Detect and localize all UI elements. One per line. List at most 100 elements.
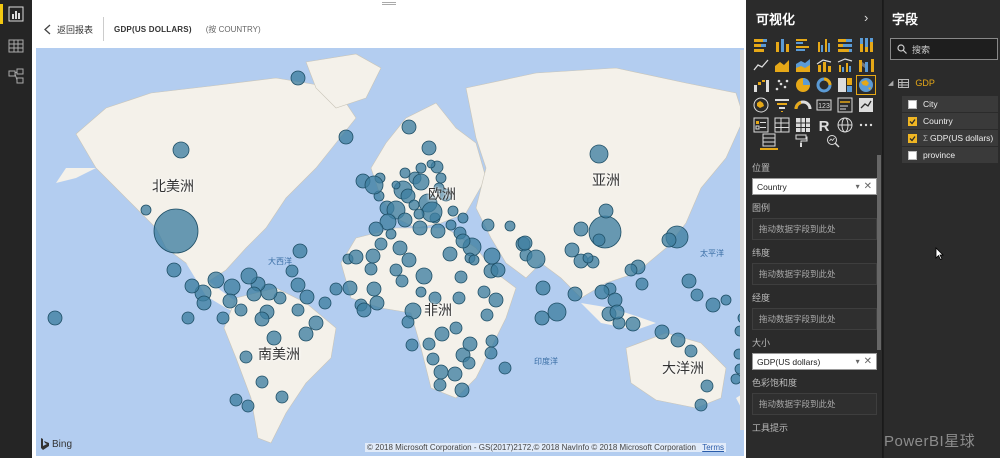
- country-bubble[interactable]: [356, 302, 372, 318]
- country-bubble[interactable]: [223, 278, 241, 296]
- chevron-down-icon[interactable]: ▾: [856, 357, 860, 366]
- country-bubble[interactable]: [468, 254, 480, 266]
- scatter-icon[interactable]: [773, 76, 791, 94]
- clustered-bar-icon[interactable]: [794, 36, 812, 54]
- country-bubble[interactable]: [234, 303, 248, 317]
- format-tab[interactable]: [792, 132, 810, 150]
- more-icon[interactable]: [857, 116, 875, 134]
- country-bubble[interactable]: [290, 70, 306, 86]
- country-bubble[interactable]: [490, 262, 506, 278]
- terms-link[interactable]: Terms: [702, 443, 724, 452]
- field-item[interactable]: province: [902, 147, 998, 163]
- funnel-icon[interactable]: [773, 96, 791, 114]
- ribbon-chart-icon[interactable]: [857, 56, 875, 74]
- country-bubble[interactable]: [291, 303, 305, 317]
- back-to-report-button[interactable]: 返回报表: [32, 17, 105, 41]
- country-bubble[interactable]: [342, 280, 358, 296]
- country-bubble[interactable]: [266, 330, 282, 346]
- map-icon[interactable]: [856, 75, 876, 95]
- country-bubble[interactable]: [329, 282, 343, 296]
- country-bubble[interactable]: [462, 356, 476, 370]
- donut-chart-icon[interactable]: [815, 76, 833, 94]
- country-bubble[interactable]: [298, 326, 314, 342]
- country-bubble[interactable]: [308, 315, 324, 331]
- country-bubble[interactable]: [401, 252, 417, 268]
- country-bubble[interactable]: [681, 273, 697, 289]
- stacked-bar-icon[interactable]: [752, 36, 770, 54]
- country-bubble[interactable]: [452, 291, 466, 305]
- country-bubble[interactable]: [694, 398, 708, 412]
- stacked-area-icon[interactable]: [794, 56, 812, 74]
- chevron-down-icon[interactable]: ▾: [856, 182, 860, 191]
- remove-field-icon[interactable]: ✕: [864, 356, 872, 367]
- country-bubble[interactable]: [526, 249, 546, 269]
- country-bubble[interactable]: [547, 302, 567, 322]
- country-bubble[interactable]: [239, 350, 253, 364]
- country-bubble[interactable]: [504, 220, 516, 232]
- country-bubble[interactable]: [222, 293, 238, 309]
- country-bubble[interactable]: [462, 336, 478, 352]
- country-bubble[interactable]: [415, 286, 427, 298]
- country-bubble[interactable]: [397, 212, 413, 228]
- country-bubble[interactable]: [415, 162, 427, 174]
- country-bubble[interactable]: [338, 129, 354, 145]
- country-bubble[interactable]: [534, 310, 550, 326]
- report-view-icon[interactable]: [6, 4, 26, 24]
- resize-grip[interactable]: [382, 2, 396, 5]
- country-bubble[interactable]: [391, 180, 401, 190]
- country-bubble[interactable]: [498, 361, 512, 375]
- country-bubble[interactable]: [684, 344, 698, 358]
- country-bubble[interactable]: [140, 204, 152, 216]
- country-bubble[interactable]: [184, 278, 200, 294]
- country-bubble[interactable]: [435, 172, 447, 184]
- country-bubble[interactable]: [405, 338, 419, 352]
- country-bubble[interactable]: [364, 175, 384, 195]
- well-field-pill[interactable]: GDP(US dollars) ▾ ✕: [752, 353, 877, 370]
- country-bubble[interactable]: [426, 352, 440, 366]
- country-bubble[interactable]: [47, 310, 63, 326]
- line-column-icon[interactable]: [815, 56, 833, 74]
- country-bubble[interactable]: [385, 228, 397, 240]
- country-bubble[interactable]: [592, 233, 606, 247]
- country-bubble[interactable]: [364, 262, 378, 276]
- field-search-box[interactable]: 搜索: [890, 38, 998, 60]
- country-bubble[interactable]: [422, 337, 436, 351]
- country-bubble[interactable]: [408, 199, 420, 211]
- country-bubble[interactable]: [172, 141, 190, 159]
- country-bubble[interactable]: [365, 248, 381, 264]
- country-bubble[interactable]: [455, 233, 471, 249]
- country-bubble[interactable]: [254, 311, 270, 327]
- country-bubble[interactable]: [477, 285, 491, 299]
- country-bubble[interactable]: [299, 289, 315, 305]
- country-bubble[interactable]: [434, 326, 450, 342]
- country-bubble[interactable]: [374, 237, 388, 251]
- country-bubble[interactable]: [401, 119, 417, 135]
- well-field-pill[interactable]: Country ▾ ✕: [752, 178, 877, 195]
- country-bubble[interactable]: [433, 364, 449, 380]
- table-gdp[interactable]: ◢ GDP: [888, 78, 935, 88]
- country-bubble[interactable]: [481, 218, 495, 232]
- country-bubble[interactable]: [368, 221, 384, 237]
- country-bubble[interactable]: [415, 267, 433, 285]
- country-bubble[interactable]: [485, 334, 499, 348]
- checkbox-checked-icon[interactable]: [908, 116, 917, 126]
- bubble-map[interactable]: 北美洲 亚洲 欧洲 非洲 南美洲 大洋洲 大西洋 太平洋 印度洋 Bing © …: [36, 48, 744, 456]
- line-clustered-icon[interactable]: [836, 56, 854, 74]
- country-bubble[interactable]: [484, 346, 498, 360]
- country-bubble[interactable]: [720, 294, 732, 306]
- country-bubble[interactable]: [700, 379, 714, 393]
- 100-column-icon[interactable]: [857, 36, 875, 54]
- analytics-tab[interactable]: [824, 132, 842, 150]
- country-bubble[interactable]: [430, 223, 446, 239]
- country-bubble[interactable]: [207, 271, 225, 289]
- report-scrollbar[interactable]: [740, 50, 744, 430]
- country-bubble[interactable]: [166, 262, 182, 278]
- country-bubble[interactable]: [369, 295, 385, 311]
- country-bubble[interactable]: [598, 203, 614, 219]
- country-bubble[interactable]: [399, 167, 411, 179]
- country-bubble[interactable]: [624, 263, 638, 277]
- field-item[interactable]: City: [902, 96, 998, 112]
- country-bubble[interactable]: [348, 249, 364, 265]
- country-bubble[interactable]: [426, 159, 436, 169]
- country-bubble[interactable]: [447, 366, 463, 382]
